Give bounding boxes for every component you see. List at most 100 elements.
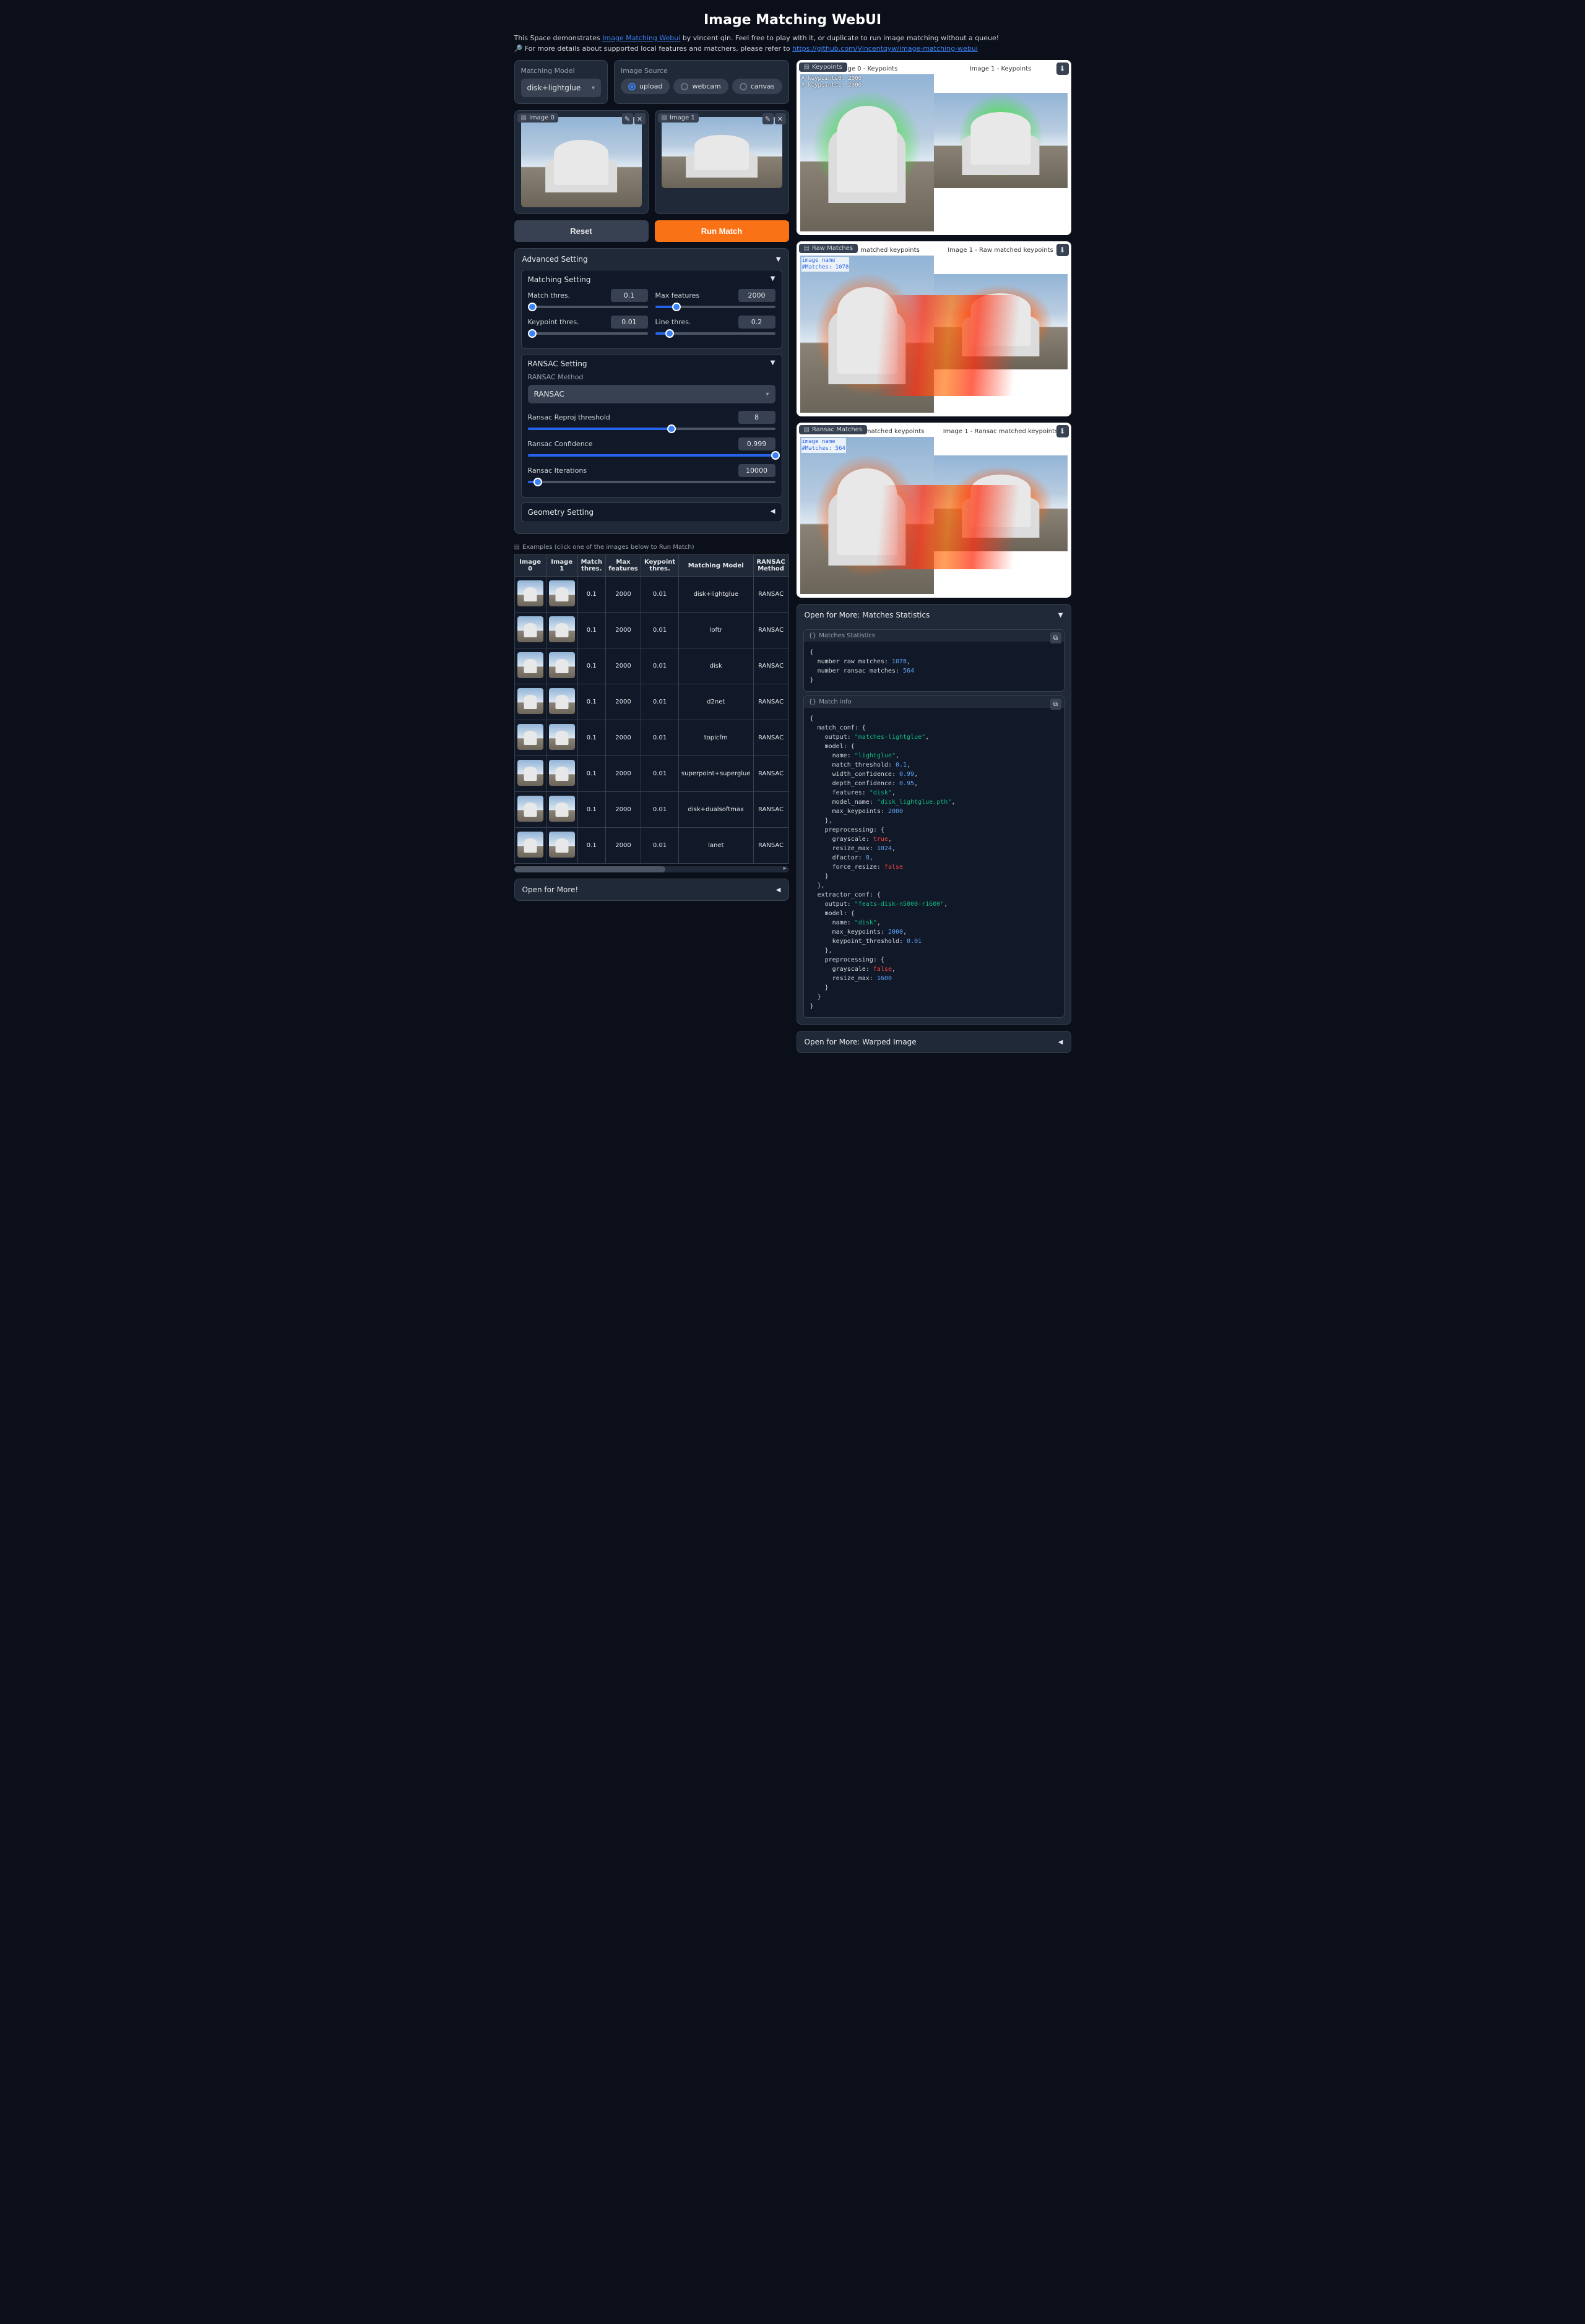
advanced-setting-toggle[interactable]: Advanced Setting ▼ <box>515 249 788 270</box>
example-row[interactable]: 0.120000.01loftrRANSAC <box>514 613 788 648</box>
geometry-setting-toggle[interactable]: Geometry Setting ◀ <box>522 503 782 522</box>
intro-line-1: This Space demonstrates Image Matching W… <box>514 34 1071 42</box>
table-header: Max features <box>605 555 641 577</box>
close-icon[interactable]: ✕ <box>775 113 786 124</box>
max-features-slider[interactable] <box>655 306 775 308</box>
table-header: Image 1 <box>546 555 577 577</box>
radio-upload[interactable]: upload <box>621 79 670 94</box>
example-row[interactable]: 0.120000.01disk+dualsoftmaxRANSAC <box>514 792 788 828</box>
radio-webcam[interactable]: webcam <box>673 79 728 94</box>
image0-preview <box>521 117 642 207</box>
example-thumb <box>517 616 543 642</box>
table-header: Match thres. <box>577 555 605 577</box>
match-thres-value[interactable]: 0.1 <box>611 289 648 302</box>
image0-input[interactable]: ▤Image 0 ✎ ✕ <box>514 110 649 214</box>
ransac-reproj-slider[interactable] <box>528 428 775 430</box>
examples-table: Image 0Image 1Match thres.Max featuresKe… <box>514 554 789 864</box>
ransac-confidence-slider[interactable] <box>528 454 775 457</box>
ransac-matches-output: ▤Ransac Matches ⬇ Image 0 - Ransac match… <box>797 423 1071 598</box>
radio-dot-icon <box>628 83 636 90</box>
example-row[interactable]: 0.120000.01topicfmRANSAC <box>514 720 788 756</box>
match-info-json: { match_conf: { output: "matches-lightgl… <box>804 708 1064 1017</box>
copy-icon[interactable]: ⧉ <box>1050 632 1061 643</box>
radio-canvas[interactable]: canvas <box>732 79 782 94</box>
example-thumb <box>517 724 543 750</box>
example-thumb <box>517 580 543 606</box>
image-icon: ▤ <box>804 426 810 433</box>
example-row[interactable]: 0.120000.01diskRANSAC <box>514 648 788 684</box>
chevron-down-icon: ▾ <box>592 85 595 92</box>
stats-accordion-toggle[interactable]: Open for More: Matches Statistics ▼ <box>797 605 1071 626</box>
matching-setting-toggle[interactable]: Matching Setting ▼ <box>522 270 782 289</box>
repo-link[interactable]: https://github.com/Vincentqyw/image-matc… <box>792 45 978 53</box>
image-source-label: Image Source <box>621 67 782 75</box>
run-match-button[interactable]: Run Match <box>655 220 789 242</box>
json-icon: {} <box>809 699 817 705</box>
example-row[interactable]: 0.120000.01superpoint+superglueRANSAC <box>514 756 788 792</box>
example-thumb <box>517 796 543 822</box>
table-header: RANSAC Method <box>753 555 788 577</box>
list-icon: ▤ <box>514 544 520 551</box>
edit-icon[interactable]: ✎ <box>622 113 633 124</box>
chevron-down-icon: ▾ <box>766 391 769 398</box>
example-row[interactable]: 0.120000.01d2netRANSAC <box>514 684 788 720</box>
copy-icon[interactable]: ⧉ <box>1050 699 1061 710</box>
example-thumb <box>549 580 575 606</box>
ransac-setting-toggle[interactable]: RANSAC Setting ▼ <box>522 355 782 373</box>
matching-model-label: Matching Model <box>521 67 602 75</box>
keypoint-thres-slider[interactable] <box>528 332 648 335</box>
matches-statistics-json: { number raw matches: 1078, number ransa… <box>804 642 1064 691</box>
ransac-iterations-slider[interactable] <box>528 481 775 483</box>
download-icon[interactable]: ⬇ <box>1056 244 1069 256</box>
keypoint-thres-value[interactable]: 0.01 <box>611 316 648 329</box>
examples-scrollbar[interactable] <box>514 866 789 872</box>
image1-input[interactable]: ▤Image 1 ✎ ✕ <box>655 110 789 214</box>
ransac-reproj-value[interactable]: 8 <box>738 411 775 424</box>
warped-accordion-toggle[interactable]: Open for More: Warped Image ◀ <box>797 1031 1071 1052</box>
example-thumb <box>549 688 575 714</box>
image1-preview <box>662 117 782 188</box>
reset-button[interactable]: Reset <box>514 220 649 242</box>
ransac-iterations-value[interactable]: 10000 <box>738 464 775 477</box>
download-icon[interactable]: ⬇ <box>1056 425 1069 437</box>
image-icon: ▤ <box>804 64 810 71</box>
triangle-left-icon: ◀ <box>776 887 781 893</box>
intro-line-2: 🔎 For more details about supported local… <box>514 45 1071 53</box>
example-thumb <box>549 652 575 678</box>
advanced-setting-accordion: Advanced Setting ▼ Matching Setting ▼ Ma… <box>514 248 789 534</box>
raw-matches-output: ▤Raw Matches ⬇ Image 0 - Raw matched key… <box>797 241 1071 416</box>
triangle-down-icon: ▼ <box>771 275 775 284</box>
matching-model-dropdown[interactable]: disk+lightglue ▾ <box>521 79 602 97</box>
radio-dot-icon <box>740 83 747 90</box>
example-row[interactable]: 0.120000.01lanetRANSAC <box>514 828 788 864</box>
triangle-down-icon: ▼ <box>771 359 775 368</box>
open-more-toggle[interactable]: Open for More! ◀ <box>515 879 788 900</box>
match-thres-slider[interactable] <box>528 306 648 308</box>
edit-icon[interactable]: ✎ <box>762 113 774 124</box>
max-features-value[interactable]: 2000 <box>738 289 775 302</box>
line-thres-value[interactable]: 0.2 <box>738 316 775 329</box>
matching-model-panel: Matching Model disk+lightglue ▾ <box>514 60 608 104</box>
table-header: Matching Model <box>678 555 753 577</box>
example-thumb <box>517 760 543 786</box>
example-thumb <box>549 760 575 786</box>
image-icon: ▤ <box>521 114 527 121</box>
table-header: Keypoint thres. <box>641 555 679 577</box>
image-icon: ▤ <box>804 245 810 252</box>
image-source-panel: Image Source upload webcam canvas <box>614 60 788 104</box>
ransac-method-dropdown[interactable]: RANSAC ▾ <box>528 385 775 403</box>
example-thumb <box>549 616 575 642</box>
intro-link[interactable]: Image Matching Webui <box>602 34 680 42</box>
page-title: Image Matching WebUI <box>514 12 1071 28</box>
ransac-confidence-value[interactable]: 0.999 <box>738 437 775 450</box>
close-icon[interactable]: ✕ <box>634 113 646 124</box>
triangle-down-icon: ▼ <box>1058 612 1063 619</box>
triangle-down-icon: ▼ <box>776 256 781 263</box>
table-header: Image 0 <box>514 555 546 577</box>
examples-label: ▤Examples (click one of the images below… <box>514 540 789 554</box>
example-row[interactable]: 0.120000.01disk+lightglueRANSAC <box>514 577 788 613</box>
line-thres-slider[interactable] <box>655 332 775 335</box>
download-icon[interactable]: ⬇ <box>1056 62 1069 75</box>
example-thumb <box>549 796 575 822</box>
example-thumb <box>517 688 543 714</box>
